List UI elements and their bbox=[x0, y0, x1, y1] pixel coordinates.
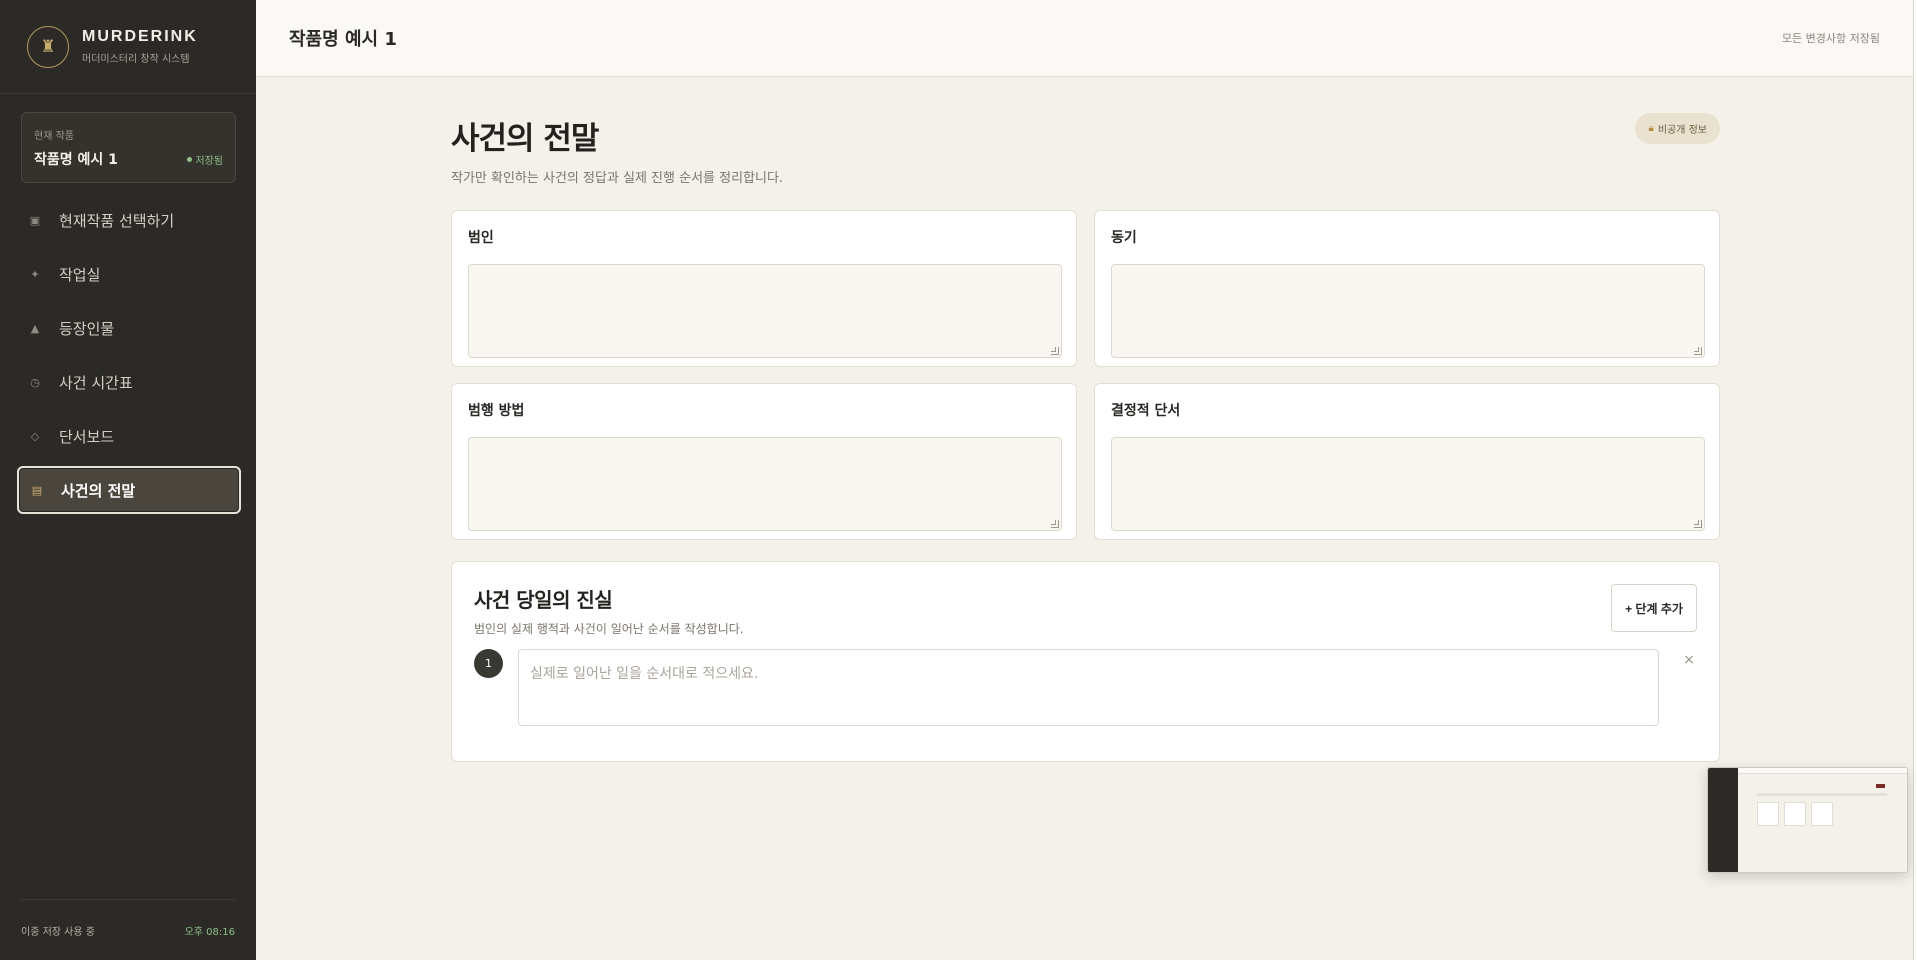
saved-status-badge: 저장됨 bbox=[187, 152, 223, 167]
topbar: 작품명 예시 1 모든 변경사항 저장됨 bbox=[256, 0, 1913, 77]
culprit-textarea[interactable] bbox=[468, 264, 1062, 358]
method-card: 범행 방법 bbox=[451, 383, 1077, 540]
sidebar-item-label: 현재작품 선택하기 bbox=[59, 211, 175, 230]
add-step-button[interactable]: + 단계 추가 bbox=[1611, 584, 1697, 632]
field-label: 범인 bbox=[468, 230, 494, 246]
sidebar-item-select-work[interactable]: ▣ 현재작품 선택하기 bbox=[17, 196, 241, 244]
sidebar-item-case-truth[interactable]: ▤ 사건의 전말 bbox=[17, 466, 241, 514]
section-description: 범인의 실제 행적과 사건이 일어난 순서를 작성합니다. bbox=[474, 622, 744, 636]
sidebar-item-label: 단서보드 bbox=[59, 427, 115, 446]
resize-grip-icon[interactable] bbox=[1051, 520, 1059, 528]
method-textarea[interactable] bbox=[468, 437, 1062, 531]
status-dot-icon bbox=[187, 156, 193, 162]
sidebar-item-label: 등장인물 bbox=[59, 319, 115, 338]
sidebar-item-timeline[interactable]: ◷ 사건 시간표 bbox=[17, 358, 241, 406]
save-status: 모든 변경사항 저장됨 bbox=[1781, 32, 1880, 45]
clock: 오후 08:16 bbox=[184, 926, 235, 938]
square-icon: ▣ bbox=[29, 213, 41, 227]
window-preview-thumbnail[interactable] bbox=[1707, 767, 1908, 873]
culprit-card: 범인 bbox=[451, 210, 1077, 367]
brand-subtitle: 머더미스터리 창작 시스템 bbox=[82, 54, 190, 65]
case-truth-page: 사건의 전말 작가만 확인하는 사건의 정답과 실제 진행 순서를 정리합니다.… bbox=[451, 113, 1720, 762]
close-icon[interactable]: × bbox=[1681, 652, 1697, 668]
main-area: 작품명 예시 1 모든 변경사항 저장됨 사건의 전말 작가만 확인하는 사건의… bbox=[256, 0, 1913, 960]
sparkle-icon: ✦ bbox=[30, 267, 40, 281]
step-textarea[interactable]: 실제로 일어난 일을 순서대로 적으세요. bbox=[518, 649, 1659, 726]
list-icon: ▤ bbox=[31, 483, 43, 497]
sidebar: ♜ MURDERINK 머더미스터리 창작 시스템 현재 작품 작품명 예시 1… bbox=[0, 0, 256, 960]
sidebar-footer: 이중 저장 사용 중 오후 08:16 bbox=[21, 899, 235, 960]
motive-card: 동기 bbox=[1094, 210, 1720, 367]
sidebar-item-label: 작업실 bbox=[59, 265, 101, 284]
field-label: 결정적 단서 bbox=[1111, 403, 1181, 419]
current-work-card[interactable]: 현재 작품 작품명 예시 1 저장됨 bbox=[21, 112, 236, 183]
current-work-label: 현재 작품 bbox=[34, 131, 74, 142]
answer-fields: 범인 동기 범행 방법 결정적 단서 bbox=[451, 210, 1720, 540]
truth-of-the-day-section: 사건 당일의 진실 범인의 실제 행적과 사건이 일어난 순서를 작성합니다. … bbox=[451, 561, 1720, 762]
decisive-clue-card: 결정적 단서 bbox=[1094, 383, 1720, 540]
thumbnail-main bbox=[1738, 768, 1907, 872]
page-description: 작가만 확인하는 사건의 정답과 실제 진행 순서를 정리합니다. bbox=[451, 171, 784, 186]
page-title: 사건의 전말 bbox=[451, 121, 599, 157]
step-number-badge: 1 bbox=[474, 649, 503, 678]
sidebar-nav: ▣ 현재작품 선택하기 ✦ 작업실 ▲ 등장인물 ◷ 사건 시간표 ◇ 단서보드… bbox=[0, 196, 256, 520]
storage-status: 이중 저장 사용 중 bbox=[21, 926, 95, 938]
sidebar-item-workshop[interactable]: ✦ 작업실 bbox=[17, 250, 241, 298]
app-window: ♜ MURDERINK 머더미스터리 창작 시스템 현재 작품 작품명 예시 1… bbox=[0, 0, 1914, 960]
lock-icon: 🔒︎ bbox=[1648, 123, 1654, 134]
motive-textarea[interactable] bbox=[1111, 264, 1705, 358]
sidebar-item-clue-board[interactable]: ◇ 단서보드 bbox=[17, 412, 241, 460]
resize-grip-icon[interactable] bbox=[1051, 347, 1059, 355]
private-info-badge: 🔒︎ 비공개 정보 bbox=[1635, 113, 1720, 144]
brand-name: MURDERINK bbox=[82, 28, 198, 45]
section-title: 사건 당일의 진실 bbox=[474, 588, 613, 612]
thumbnail-sidebar bbox=[1708, 768, 1738, 872]
resize-grip-icon[interactable] bbox=[1694, 347, 1702, 355]
field-label: 동기 bbox=[1111, 230, 1137, 246]
clock-icon: ◷ bbox=[30, 375, 40, 389]
field-label: 범행 방법 bbox=[468, 403, 525, 419]
sidebar-item-characters[interactable]: ▲ 등장인물 bbox=[17, 304, 241, 352]
person-icon: ▲ bbox=[30, 321, 40, 335]
decisive-clue-textarea[interactable] bbox=[1111, 437, 1705, 531]
work-title: 작품명 예시 1 bbox=[289, 29, 397, 50]
diamond-icon: ◇ bbox=[30, 429, 40, 443]
rook-icon: ♜ bbox=[27, 25, 69, 68]
current-work-title: 작품명 예시 1 bbox=[34, 152, 118, 168]
resize-grip-icon[interactable] bbox=[1694, 520, 1702, 528]
sidebar-item-label: 사건 시간표 bbox=[59, 373, 133, 392]
brand: ♜ MURDERINK 머더미스터리 창작 시스템 bbox=[0, 0, 256, 94]
sidebar-item-label: 사건의 전말 bbox=[61, 481, 136, 500]
